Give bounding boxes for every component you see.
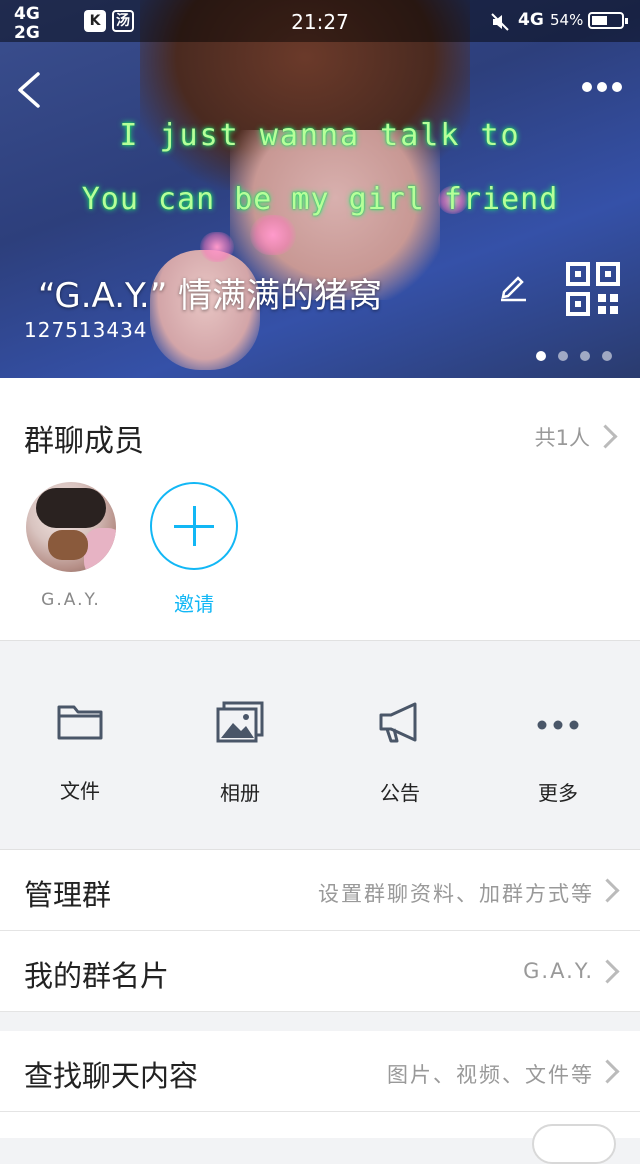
album-icon xyxy=(216,701,264,743)
cover-lyric-line-2: You can be my girl friend xyxy=(81,182,559,217)
page-dot xyxy=(558,351,568,361)
row-value: 设置群聊资料、加群方式等 xyxy=(318,882,594,906)
manage-group-row[interactable]: 管理群 设置群聊资料、加群方式等 xyxy=(0,850,640,931)
cover-lyric-line-1: I just wanna talk to xyxy=(119,118,521,153)
announcement-icon xyxy=(379,702,417,743)
group-name: “G.A.Y.” 情满满的猪窝 xyxy=(38,276,383,316)
tool-album[interactable]: 相册 xyxy=(190,701,290,806)
heart-decoration xyxy=(250,215,296,255)
member-avatar[interactable] xyxy=(26,482,116,572)
page-dot xyxy=(580,351,590,361)
members-count[interactable]: 共1人 xyxy=(535,422,590,452)
group-members-section: 群聊成员 共1人 G.A.Y. 邀请 xyxy=(0,378,640,641)
status-bar: 4G 2G K 汤 21:27 4G 54% xyxy=(0,0,640,43)
chevron-right-icon xyxy=(595,878,620,903)
my-group-card-row[interactable]: 我的群名片 G.A.Y. xyxy=(0,931,640,1012)
battery-icon xyxy=(588,12,628,29)
clock: 21:27 xyxy=(291,10,349,34)
toggle-switch[interactable] xyxy=(532,1124,616,1164)
row-label: 管理群 xyxy=(24,878,112,912)
page-dot xyxy=(602,351,612,361)
member-name: G.A.Y. xyxy=(41,590,101,610)
heart-decoration xyxy=(200,232,234,262)
battery-percent: 54% xyxy=(550,11,584,29)
network-type: 4G xyxy=(518,10,544,30)
row-value: 图片、视频、文件等 xyxy=(387,1063,594,1087)
invite-button[interactable] xyxy=(150,482,238,570)
row-value: G.A.Y. xyxy=(523,959,594,983)
folder-icon xyxy=(57,705,103,740)
chevron-right-icon[interactable] xyxy=(593,424,618,449)
edit-icon[interactable] xyxy=(498,272,528,302)
next-row-partial xyxy=(0,1112,640,1164)
group-cover-header: 4G 2G K 汤 21:27 4G 54% I just wanna talk… xyxy=(0,0,640,378)
group-tools: 文件 相册 公告 更多 xyxy=(0,641,640,850)
row-label: 我的群名片 xyxy=(24,959,170,993)
tool-label: 更多 xyxy=(538,781,578,805)
tool-label: 相册 xyxy=(220,781,260,805)
search-chat-history-row[interactable]: 查找聊天内容 图片、视频、文件等 xyxy=(0,1031,640,1112)
tool-files[interactable]: 文件 xyxy=(30,701,130,804)
cover-page-indicator xyxy=(536,346,624,365)
tool-label: 文件 xyxy=(60,779,100,803)
tool-more[interactable]: 更多 xyxy=(508,701,608,806)
mute-icon xyxy=(491,13,509,31)
members-title: 群聊成员 xyxy=(24,424,144,459)
invite-label[interactable]: 邀请 xyxy=(150,588,238,617)
more-icon[interactable] xyxy=(580,80,624,94)
qr-code-icon[interactable] xyxy=(566,262,620,316)
more-dots-icon xyxy=(537,720,579,730)
chevron-right-icon xyxy=(595,1059,620,1084)
back-icon[interactable] xyxy=(14,70,44,110)
tool-announcement[interactable]: 公告 xyxy=(350,701,450,806)
page-dot xyxy=(536,351,546,361)
group-number: 127513434 xyxy=(24,318,148,342)
tool-label: 公告 xyxy=(380,781,420,805)
row-label: 查找聊天内容 xyxy=(24,1059,199,1093)
chevron-right-icon xyxy=(595,959,620,984)
